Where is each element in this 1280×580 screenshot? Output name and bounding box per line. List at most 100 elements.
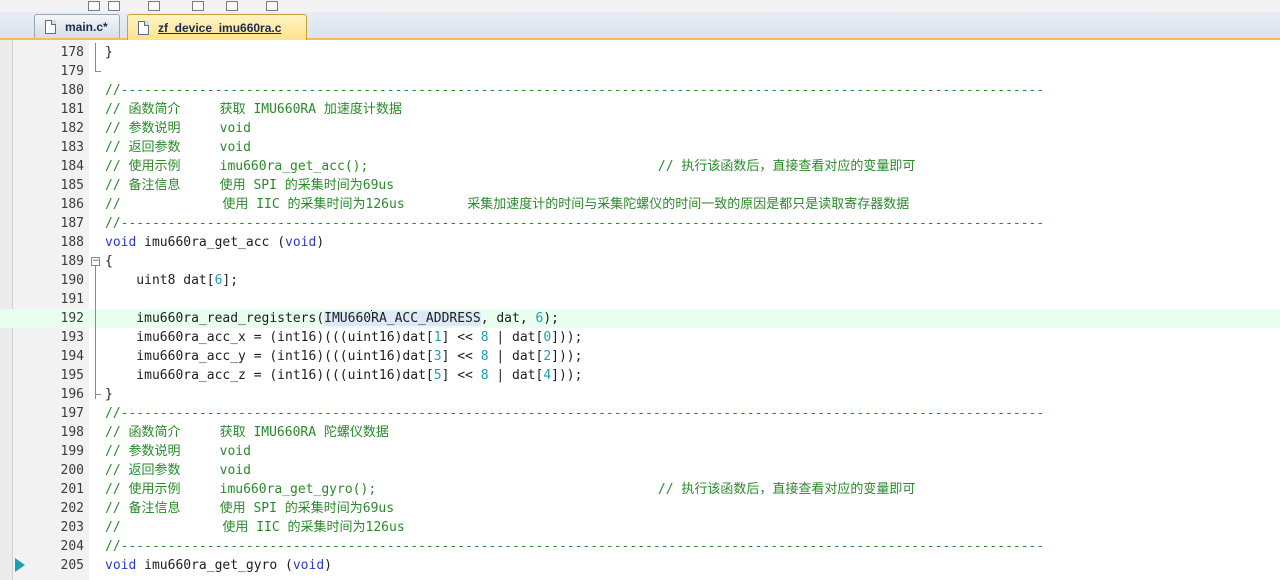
code-text[interactable]: imu660ra_acc_y = (int16)(((uint16)dat[3]… [105,347,582,366]
code-line[interactable]: 186 // 使用 IIC 的采集时间为126us 采集加速度计的时间与采集陀螺仪… [0,195,1280,214]
code-token: // 备注信息 使用 SPI 的采集时间为69us [105,178,395,193]
code-line[interactable]: 196} [0,385,1280,404]
editor-tab-bar: main.c* zf_device_imu660ra.c [0,12,1280,40]
code-line[interactable]: 202 // 备注信息 使用 SPI 的采集时间为69us [0,499,1280,518]
fold-collapse-icon[interactable]: − [91,257,100,266]
line-number: 197 [60,406,84,421]
line-number: 178 [60,45,84,60]
code-line[interactable]: 185 // 备注信息 使用 SPI 的采集时间为69us [0,176,1280,195]
code-line[interactable]: 191 [0,290,1280,309]
code-text[interactable]: //--------------------------------------… [105,81,1044,100]
code-token: // 备注信息 使用 SPI 的采集时间为69us [105,501,395,516]
code-text[interactable]: // 备注信息 使用 SPI 的采集时间为69us [105,176,394,195]
code-token: //--------------------------------------… [105,406,1045,421]
code-text[interactable]: // 使用示例 imu660ra_get_gyro(); // 执行该函数后，直… [105,480,915,499]
code-line[interactable]: 179 [0,62,1280,81]
code-text[interactable]: // 返回参数 void [105,461,251,480]
code-text[interactable]: // 函数简介 获取 IMU660RA 陀螺仪数据 [105,423,389,442]
code-text[interactable]: uint8 dat[6]; [105,271,238,290]
code-text[interactable]: // 返回参数 void [105,138,251,157]
code-line[interactable]: 198 // 函数简介 获取 IMU660RA 陀螺仪数据 [0,423,1280,442]
code-line[interactable]: 205 void imu660ra_get_gyro (void) [0,556,1280,575]
line-number: 195 [60,368,84,383]
line-number: 190 [60,273,84,288]
toolbar-paste-icon[interactable] [266,1,278,11]
code-text[interactable]: imu660ra_read_registers(IMU660RA_ACC_ADD… [105,309,559,328]
code-token: void [285,235,317,250]
code-token: 2 [543,349,552,364]
code-editor[interactable]: 178} 179 180//----------------------------… [0,40,1280,580]
code-line[interactable]: 188 void imu660ra_get_acc (void) [0,233,1280,252]
code-token: } [105,45,113,60]
fold-guide-line [95,266,96,399]
toolbar-cut-icon[interactable] [148,1,160,11]
code-text[interactable]: } [105,385,113,404]
line-number: 200 [60,463,84,478]
line-number: 198 [60,425,84,440]
code-line[interactable]: 187 //-----------------------------------… [0,214,1280,233]
code-token: ] << [441,368,481,383]
code-text[interactable]: // 参数说明 void [105,119,251,138]
code-token: void [105,558,137,573]
code-line[interactable]: 189 {− [0,252,1280,271]
toolbar-copy-icon[interactable] [192,1,204,11]
code-line[interactable]: 178} [0,43,1280,62]
code-text[interactable]: //--------------------------------------… [105,214,1044,233]
code-token: ); [543,311,559,326]
tab-main-c[interactable]: main.c* [34,14,120,38]
tab-zf-device-imu660ra-c[interactable]: zf_device_imu660ra.c [127,14,307,40]
code-text[interactable]: // 参数说明 void [105,442,251,461]
code-token: imu660ra_read_registers( [105,311,325,326]
code-line[interactable]: 200 // 返回参数 void [0,461,1280,480]
code-text[interactable]: // 备注信息 使用 SPI 的采集时间为69us [105,499,394,518]
code-text[interactable]: void imu660ra_get_acc (void) [105,233,324,252]
code-line[interactable]: 204 //-----------------------------------… [0,537,1280,556]
line-number: 181 [60,102,84,117]
code-text[interactable]: // 使用 IIC 的采集时间为126us 采集加速度计的时间与采集陀螺仪的时间… [105,195,909,214]
code-line[interactable]: 203 // 使用 IIC 的采集时间为126us [0,518,1280,537]
code-line[interactable]: 193 imu660ra_acc_x = (int16)(((uint16)da… [0,328,1280,347]
code-line[interactable]: 180 //-----------------------------------… [0,81,1280,100]
code-line[interactable]: 197 //-----------------------------------… [0,404,1280,423]
line-number: 186 [60,197,84,212]
code-token: // 参数说明 void [105,444,251,459]
code-token: // 使用示例 imu660ra_get_acc(); // 执行该函数后，直接… [105,159,916,174]
code-token: void [105,235,137,250]
code-token: //--------------------------------------… [105,83,1045,98]
code-text[interactable]: //--------------------------------------… [105,404,1044,423]
code-line[interactable]: 201 // 使用示例 imu660ra_get_gyro(); // 执行该函数… [0,480,1280,499]
code-text[interactable]: // 使用 IIC 的采集时间为126us [105,518,405,537]
code-token: // 函数简介 获取 IMU660RA 陀螺仪数据 [105,425,389,440]
code-text[interactable]: // 使用示例 imu660ra_get_acc(); // 执行该函数后，直接… [105,157,915,176]
code-text[interactable]: { [105,252,113,271]
code-token: 0 [543,330,552,345]
code-token: // 使用示例 imu660ra_get_gyro(); // 执行该函数后，直… [105,482,916,497]
code-text[interactable]: //--------------------------------------… [105,537,1044,556]
code-line[interactable]: 182 // 参数说明 void [0,119,1280,138]
code-text[interactable]: // 函数简介 获取 IMU660RA 加速度计数据 [105,100,402,119]
code-token: ])); [551,330,583,345]
code-line[interactable]: 195 imu660ra_acc_z = (int16)(((uint16)da… [0,366,1280,385]
toolbar-save-icon[interactable] [88,1,100,11]
code-line[interactable]: 184 // 使用示例 imu660ra_get_acc(); // 执行该函数后… [0,157,1280,176]
code-text[interactable]: void imu660ra_get_gyro (void) [105,556,332,575]
code-line[interactable]: 199 // 参数说明 void [0,442,1280,461]
code-token: imu660ra_acc_z = (int16)(((uint16)dat[ [105,368,434,383]
toolbar-undo-icon[interactable] [226,1,238,11]
toolbar-open-icon[interactable] [108,1,120,11]
code-token: void [292,558,325,573]
code-line[interactable]: 192 imu660ra_read_registers(IMU660RA_ACC… [0,309,1280,328]
line-number: 187 [60,216,84,231]
code-line[interactable]: 190 uint8 dat[6]; [0,271,1280,290]
code-line[interactable]: 194 imu660ra_acc_y = (int16)(((uint16)da… [0,347,1280,366]
code-token: | dat[ [488,330,544,345]
code-line[interactable]: 181 // 函数简介 获取 IMU660RA 加速度计数据 [0,100,1280,119]
code-line[interactable]: 183 // 返回参数 void [0,138,1280,157]
code-text[interactable]: imu660ra_acc_x = (int16)(((uint16)dat[1]… [105,328,582,347]
code-token: imu660ra_acc_y = (int16)(((uint16)dat[ [105,349,434,364]
code-token: IMU660 [324,311,372,326]
code-text[interactable]: } [105,43,113,62]
code-token: 1 [433,330,442,345]
code-token: //--------------------------------------… [105,539,1045,554]
code-text[interactable]: imu660ra_acc_z = (int16)(((uint16)dat[5]… [105,366,582,385]
